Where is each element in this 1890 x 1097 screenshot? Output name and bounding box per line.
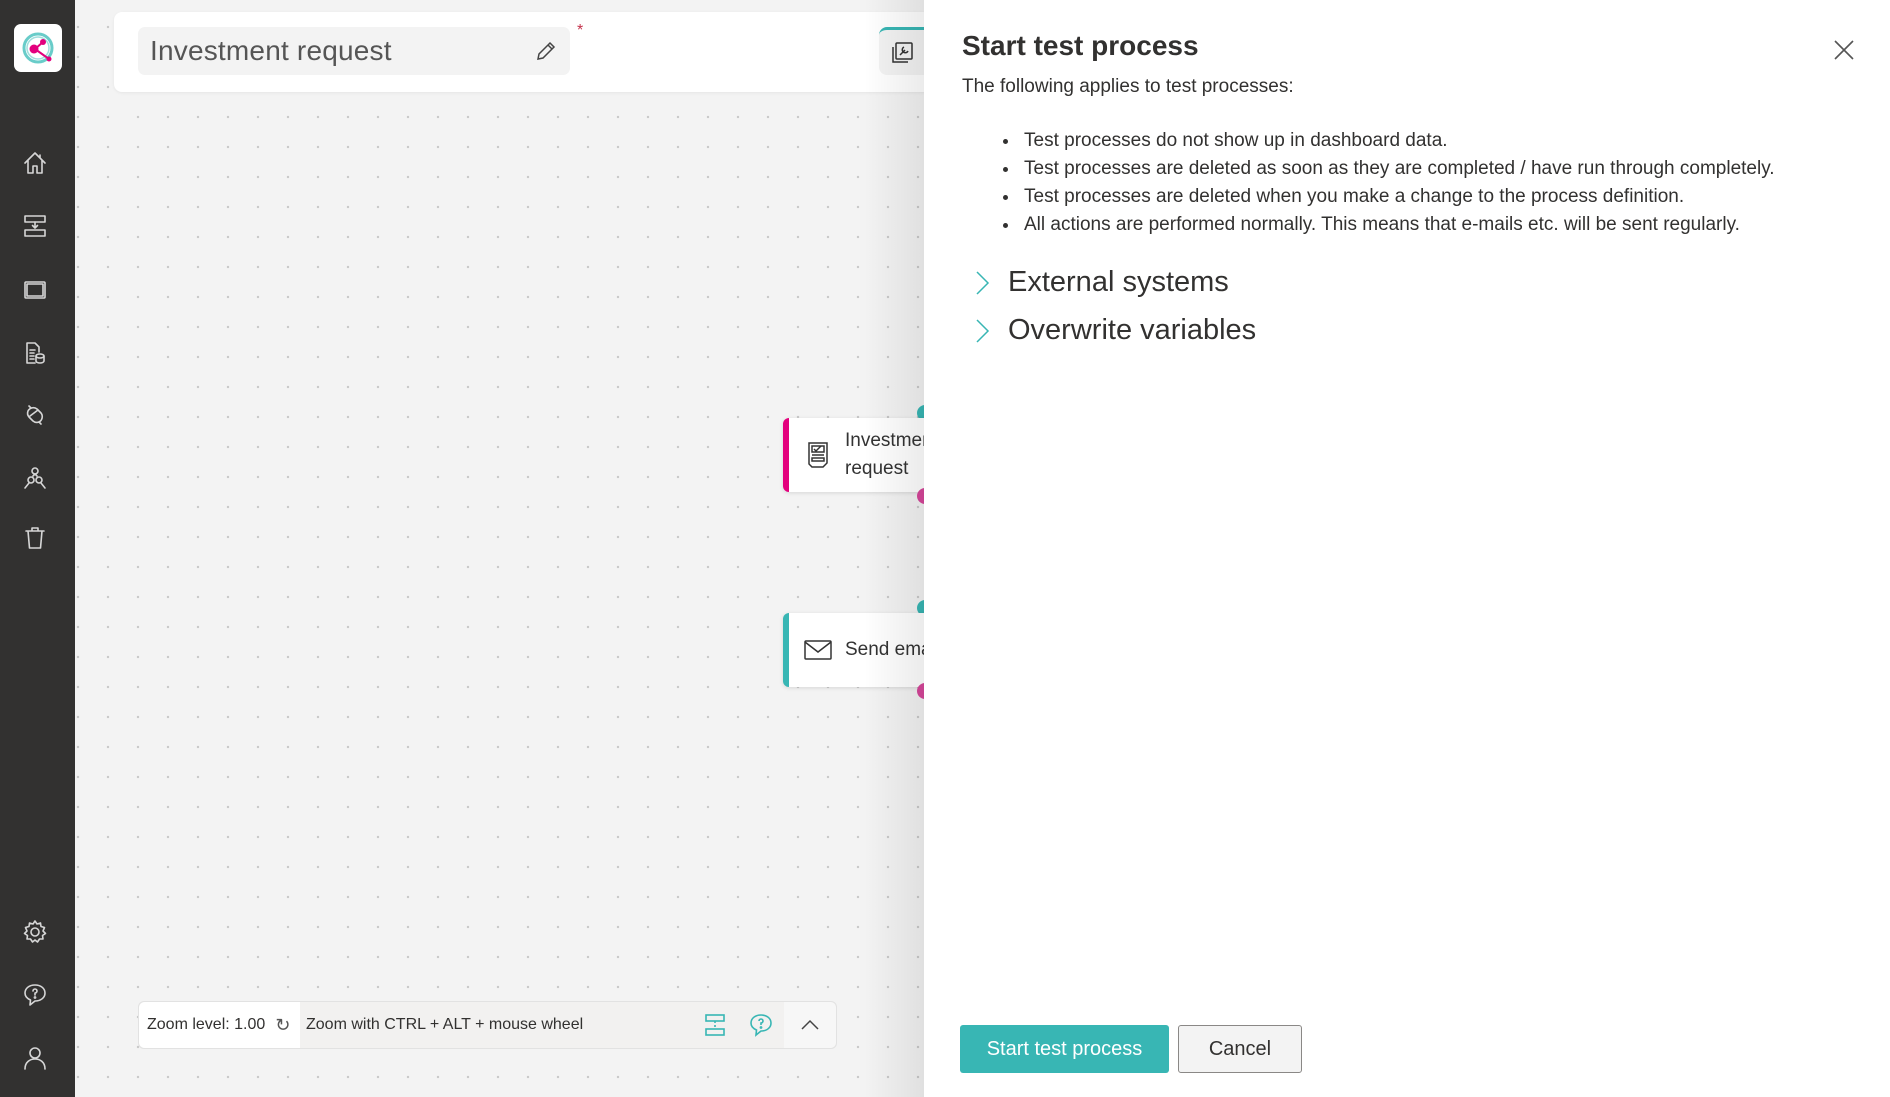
panel-title: Start test process [962,30,1199,61]
section-label: Overwrite variables [1008,314,1257,346]
panel-subtitle: The following applies to test processes: [962,76,1294,97]
start-test-process-button[interactable]: Start test process [960,1025,1169,1073]
chevron-up-icon [801,1019,819,1030]
sidebar-item-windows[interactable] [20,275,50,305]
app-logo[interactable] [14,24,62,72]
layout-icon [705,1014,725,1036]
people-icon [24,467,46,489]
sidebar-item-processes[interactable] [20,211,50,241]
sidebar-item-trash[interactable] [20,523,50,553]
cancel-button[interactable]: Cancel [1178,1025,1302,1073]
help-icon [24,984,46,1006]
rule-item: Test processes are deleted when you make… [1020,183,1775,211]
gear-icon [23,920,47,943]
sidebar-item-data[interactable] [20,338,50,368]
section-label: External systems [1008,266,1229,298]
edit-name-button[interactable] [522,27,570,75]
process-icon [24,215,46,237]
process-name-value[interactable]: Investment request [150,35,522,67]
sidebar-item-home[interactable] [20,148,50,178]
zoom-level-text: Zoom level: 1.00 [147,1016,266,1033]
document-database-icon [26,342,45,364]
sidebar-item-integrations[interactable] [20,400,50,430]
form-icon [803,440,833,470]
home-icon [24,152,46,174]
zoom-reset-icon[interactable]: ↻ [275,1015,290,1036]
collapse-toolbar-button[interactable] [784,1002,836,1048]
auto-layout-button[interactable] [692,1002,738,1048]
sidebar [0,0,75,1097]
sidebar-item-settings[interactable] [20,917,50,947]
zoom-level-section: Zoom level: 1.00 ↻ [139,1002,300,1048]
sidebar-item-help[interactable] [20,980,50,1010]
close-button[interactable] [1830,36,1858,64]
section-overwrite-variables[interactable]: Overwrite variables [972,314,1256,347]
start-test-process-panel: Start test process The following applies… [924,0,1890,1097]
chevron-right-icon [976,270,990,295]
rule-item: Test processes are deleted as soon as th… [1020,155,1775,183]
zoom-hint: Zoom with CTRL + ALT + mouse wheel [306,1016,584,1033]
rule-item: Test processes do not show up in dashboa… [1020,127,1775,155]
test-process-rules: Test processes do not show up in dashboa… [1020,127,1775,239]
rule-item: All actions are performed normally. This… [1020,211,1775,239]
logo-icon [22,32,54,64]
sidebar-item-profile[interactable] [20,1043,50,1073]
sidebar-item-users[interactable] [20,463,50,493]
zoom-bar: Zoom level: 1.00 ↻ Zoom with CTRL + ALT … [138,1001,837,1049]
process-name-field[interactable]: Investment request [138,27,570,75]
pencil-icon [537,41,556,60]
help-bubble-icon [750,1014,772,1037]
process-canvas[interactable] [75,0,924,1097]
window-icon [24,281,46,299]
trash-icon [25,527,45,549]
required-marker: * [577,22,584,39]
mail-icon [803,635,833,665]
link-icon [26,405,44,425]
section-external-systems[interactable]: External systems [972,266,1229,299]
user-icon [24,1047,46,1070]
close-icon [1834,40,1854,60]
chevron-right-icon [976,318,990,343]
panel-shadow [864,0,924,1097]
comments-button[interactable] [738,1002,784,1048]
